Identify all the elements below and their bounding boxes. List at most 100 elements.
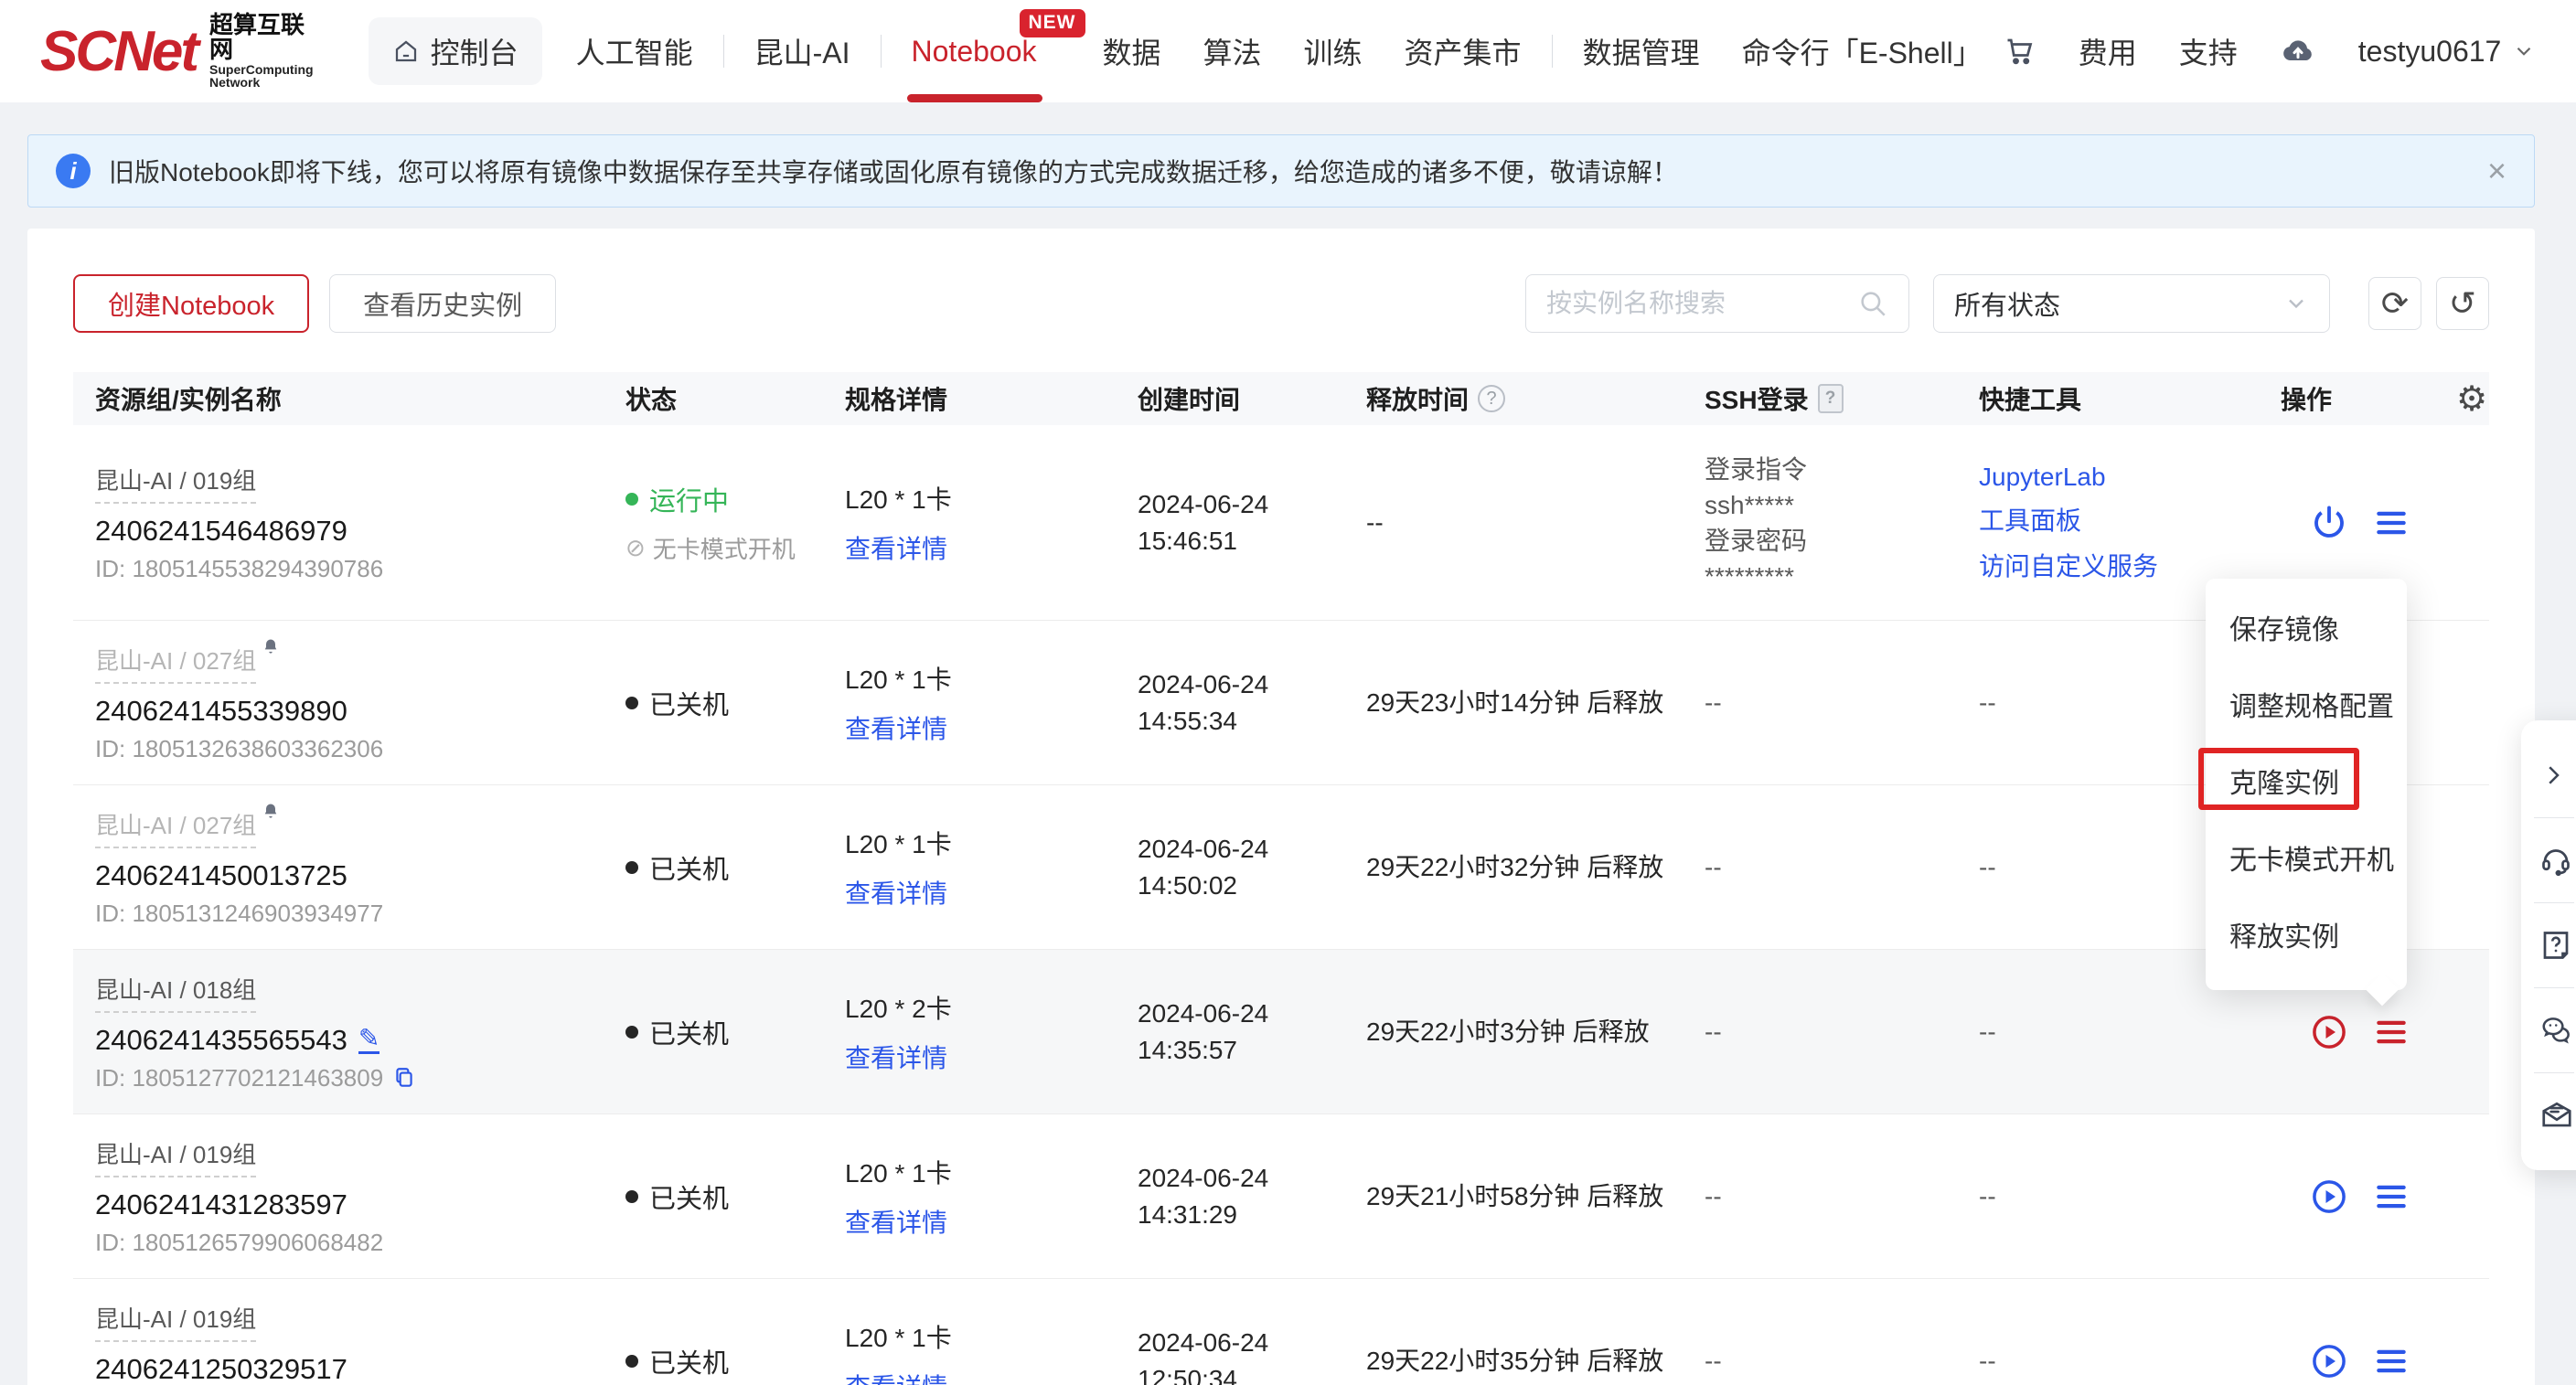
spec-detail-link[interactable]: 查看详情 bbox=[845, 529, 947, 566]
close-icon[interactable]: × bbox=[2487, 154, 2507, 187]
instance-id: ID: 1805132638603362306 bbox=[95, 735, 604, 763]
status-dot bbox=[625, 861, 638, 874]
feedback-mail-button[interactable] bbox=[2521, 1073, 2576, 1157]
nav-item-eshell[interactable]: 命令行「E-Shell」 bbox=[1721, 0, 2004, 102]
nav-item-label: Notebook bbox=[912, 35, 1037, 69]
spec-detail-link[interactable]: 查看详情 bbox=[845, 709, 947, 746]
more-actions-menu-icon[interactable] bbox=[2372, 504, 2410, 542]
instance-name: 2406241455339890 bbox=[95, 695, 604, 728]
spec-detail-link[interactable]: 查看详情 bbox=[845, 1203, 947, 1240]
release-time: 29天22小时32分钟 后释放 bbox=[1366, 848, 1683, 887]
spec-detail-link[interactable]: 查看详情 bbox=[845, 874, 947, 911]
nav-item-label: 数据管理 bbox=[1583, 30, 1700, 72]
more-actions-menu-icon[interactable] bbox=[2372, 1177, 2410, 1216]
nav-item-data[interactable]: 数据 bbox=[1082, 0, 1182, 102]
created-time: 15:46:51 bbox=[1138, 523, 1344, 559]
home-icon bbox=[392, 37, 420, 65]
nav-item-training[interactable]: 训练 bbox=[1283, 0, 1384, 102]
status-stopped: 已关机 bbox=[625, 848, 823, 887]
status-running: 运行中 bbox=[625, 480, 823, 518]
help-icon[interactable]: ? bbox=[1478, 385, 1505, 412]
view-history-button[interactable]: 查看历史实例 bbox=[329, 274, 556, 333]
refresh-button[interactable]: ⟳ bbox=[2368, 277, 2421, 330]
search-icon[interactable] bbox=[1857, 288, 1888, 319]
ssh-login-info: -- bbox=[1683, 1182, 1957, 1211]
group-alert-icon bbox=[262, 802, 280, 820]
column-settings-gear-icon[interactable]: ⚙ bbox=[2440, 378, 2489, 420]
status-filter-value: 所有状态 bbox=[1954, 284, 2283, 323]
menu-item-release-instance[interactable]: 释放实例 bbox=[2206, 900, 2407, 975]
instance-name: 2406241546486979 bbox=[95, 515, 604, 548]
status-dot bbox=[625, 1190, 638, 1203]
ssh-help-icon[interactable]: ? bbox=[1818, 384, 1844, 413]
release-time: 29天23小时14分钟 后释放 bbox=[1366, 684, 1683, 722]
cloud-upload-icon[interactable] bbox=[2280, 33, 2316, 69]
release-time: 29天22小时35分钟 后释放 bbox=[1366, 1342, 1683, 1380]
ssh-login-info: -- bbox=[1683, 1347, 1957, 1376]
spec-detail-link[interactable]: 查看详情 bbox=[845, 1039, 947, 1075]
copy-id-icon[interactable] bbox=[392, 1066, 416, 1090]
table-row: 昆山-AI / 018组 2406241435565543 ✎ ID: 1805… bbox=[73, 950, 2489, 1114]
status-dot bbox=[625, 1026, 638, 1039]
instance-name: 2406241450013725 bbox=[95, 859, 604, 892]
nav-item-ai[interactable]: 人工智能 bbox=[555, 0, 714, 102]
status-stopped: 已关机 bbox=[625, 1177, 823, 1216]
nav-fee[interactable]: 费用 bbox=[2079, 30, 2137, 72]
nav-item-data-management[interactable]: 数据管理 bbox=[1562, 0, 1721, 102]
spec-detail-link[interactable]: 查看详情 bbox=[845, 1368, 947, 1385]
nav-item-algorithm[interactable]: 算法 bbox=[1182, 0, 1283, 102]
nav-item-label: 训练 bbox=[1304, 30, 1363, 72]
start-instance-icon[interactable] bbox=[2310, 1342, 2348, 1380]
chevron-right-icon bbox=[2539, 762, 2567, 789]
status-stopped: 已关机 bbox=[625, 1013, 823, 1051]
customer-service-button[interactable] bbox=[2521, 818, 2576, 902]
created-time: 14:31:29 bbox=[1138, 1197, 1344, 1233]
info-icon: i bbox=[56, 154, 91, 188]
nav-item-label: 人工智能 bbox=[576, 30, 693, 72]
created-date: 2024-06-24 bbox=[1138, 831, 1344, 868]
start-instance-icon[interactable] bbox=[2310, 1177, 2348, 1216]
created-date: 2024-06-24 bbox=[1138, 1325, 1344, 1361]
edit-name-icon[interactable]: ✎ bbox=[358, 1026, 379, 1054]
menu-item-adjust-spec[interactable]: 调整规格配置 bbox=[2206, 670, 2407, 745]
menu-item-save-image[interactable]: 保存镜像 bbox=[2206, 593, 2407, 668]
create-notebook-button[interactable]: 创建Notebook bbox=[73, 274, 309, 333]
power-off-icon[interactable] bbox=[2310, 504, 2348, 542]
release-time: 29天22小时3分钟 后释放 bbox=[1366, 1013, 1683, 1051]
more-actions-menu-icon[interactable] bbox=[2372, 1342, 2410, 1380]
jupyterlab-link[interactable]: JupyterLab bbox=[1979, 463, 2259, 492]
headset-icon bbox=[2539, 844, 2572, 877]
user-menu[interactable]: testyu0617 bbox=[2358, 35, 2537, 69]
start-instance-icon[interactable] bbox=[2310, 1013, 2348, 1051]
menu-item-nocard-boot[interactable]: 无卡模式开机 bbox=[2206, 824, 2407, 899]
more-actions-menu-icon[interactable] bbox=[2372, 1013, 2410, 1051]
menu-item-clone-instance[interactable]: 克隆实例 bbox=[2206, 747, 2407, 822]
wechat-button[interactable] bbox=[2521, 988, 2576, 1072]
instance-id: ID: 1805145538294390786 bbox=[95, 555, 604, 583]
logo-subtitle-cn: 超算互联网 bbox=[209, 13, 314, 63]
nav-support[interactable]: 支持 bbox=[2179, 30, 2238, 72]
help-docs-button[interactable] bbox=[2521, 903, 2576, 987]
nav-divider bbox=[723, 35, 724, 68]
nav-item-label: 命令行「E-Shell」 bbox=[1742, 30, 1983, 72]
cart-icon[interactable] bbox=[2004, 35, 2036, 68]
instance-search-box bbox=[1525, 274, 1909, 333]
release-time: -- bbox=[1366, 504, 1683, 542]
nav-item-kunshan-ai[interactable]: 昆山-AI bbox=[733, 0, 871, 102]
collapse-panel-button[interactable] bbox=[2521, 733, 2576, 817]
nav-items: 控制台 人工智能 昆山-AI Notebook NEW 数据 算法 训练 资产集… bbox=[369, 0, 2004, 102]
status-filter-select[interactable]: 所有状态 bbox=[1933, 274, 2330, 333]
refresh-icon: ⟳ bbox=[2381, 284, 2409, 323]
table-row: 昆山-AI / 019组 2406241431283597 ID: 180512… bbox=[73, 1114, 2489, 1279]
brand-logo[interactable]: SCNet 超算互联网 SuperComputing Network bbox=[40, 13, 314, 90]
reset-button[interactable]: ↺ bbox=[2436, 277, 2489, 330]
tool-panel-link[interactable]: 工具面板 bbox=[1979, 501, 2259, 538]
search-input[interactable] bbox=[1546, 289, 1857, 318]
created-time: 14:55:34 bbox=[1138, 703, 1344, 740]
nav-item-console[interactable]: 控制台 bbox=[369, 17, 542, 85]
username: testyu0617 bbox=[2358, 35, 2502, 69]
nav-item-asset-market[interactable]: 资产集市 bbox=[1384, 0, 1543, 102]
nav-item-notebook[interactable]: Notebook NEW bbox=[891, 0, 1058, 102]
created-date: 2024-06-24 bbox=[1138, 1160, 1344, 1197]
custom-service-link[interactable]: 访问自定义服务 bbox=[1979, 547, 2259, 583]
